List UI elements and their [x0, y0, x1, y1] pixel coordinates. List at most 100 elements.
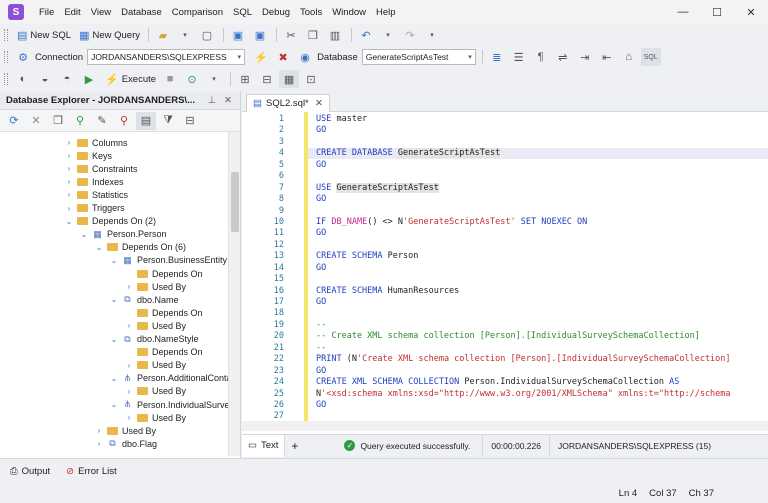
sql-icon[interactable]: SQL: [640, 48, 661, 66]
code-line[interactable]: USE GenerateScriptAsTest: [316, 182, 439, 194]
close-window-button[interactable]: ✕: [734, 0, 768, 24]
code-line[interactable]: CREATE XML SCHEMA COLLECTION Person.Indi…: [316, 377, 679, 388]
maximize-button[interactable]: ☐: [700, 0, 734, 24]
editor-horizontal-scrollbar[interactable]: [242, 421, 768, 431]
refresh-icon[interactable]: ⟳: [4, 112, 24, 130]
text-view-tab[interactable]: ▭ Text: [242, 434, 286, 457]
open-file-icon[interactable]: ▢: [197, 26, 217, 44]
code-line[interactable]: GO: [316, 400, 326, 411]
script-icon[interactable]: ▤: [136, 111, 156, 130]
code-line[interactable]: GO: [316, 194, 326, 205]
chevron-down-icon[interactable]: ⌄: [109, 374, 119, 383]
code-line[interactable]: GO: [316, 125, 326, 136]
tree-item[interactable]: Depends On: [124, 267, 203, 280]
menu-view[interactable]: View: [86, 7, 116, 18]
menu-database[interactable]: Database: [116, 7, 167, 18]
code-line[interactable]: GO: [316, 366, 326, 377]
comment-icon[interactable]: ¶: [531, 48, 551, 66]
tree-scrollbar[interactable]: [228, 132, 240, 456]
outdent-icon[interactable]: ⇤: [597, 48, 617, 66]
chevron-right-icon[interactable]: ›: [124, 321, 134, 330]
tree-item[interactable]: ⌄ Depends On (2): [64, 215, 156, 228]
uncomment-icon[interactable]: ⇌: [553, 48, 573, 66]
disconnect-icon[interactable]: ⚲: [114, 112, 134, 130]
tab-sql2[interactable]: ▤ SQL2.sql* ✕: [246, 94, 330, 112]
stop-icon[interactable]: ■: [160, 70, 180, 88]
code-line[interactable]: --: [316, 320, 326, 331]
dropdown-chevron-icon[interactable]: ▾: [204, 70, 224, 88]
save-icon[interactable]: ▣: [228, 26, 248, 44]
tree-item[interactable]: › ⧉ dbo.Flag: [94, 437, 157, 450]
filter-icon[interactable]: ⧩: [158, 112, 178, 130]
chevron-right-icon[interactable]: ›: [64, 138, 74, 147]
error-list-tab[interactable]: ⊘ Error List: [66, 466, 117, 477]
chevron-right-icon[interactable]: ›: [64, 151, 74, 160]
tree-item[interactable]: › Used By: [124, 359, 186, 372]
collapse-icon[interactable]: ⊟: [180, 112, 200, 130]
new-sql-button[interactable]: ▤ New SQL: [13, 26, 75, 44]
indent-icon[interactable]: ⇥: [575, 48, 595, 66]
tree-item[interactable]: › Constraints: [64, 162, 138, 175]
tree-item[interactable]: › Used By: [124, 319, 186, 332]
format-icon[interactable]: ≣: [487, 48, 507, 66]
disconnect-icon[interactable]: ✖: [273, 48, 293, 66]
wrap-icon[interactable]: ☰: [509, 48, 529, 66]
tree-item[interactable]: ⌄ ⧉ dbo.NameStyle: [109, 333, 199, 346]
code-line[interactable]: GO: [316, 297, 326, 308]
chevron-down-icon[interactable]: ⌄: [109, 400, 119, 409]
tree-item[interactable]: Depends On: [124, 306, 203, 319]
play-icon[interactable]: ▶: [79, 70, 99, 88]
tree-item[interactable]: › Triggers: [64, 202, 125, 215]
menu-edit[interactable]: Edit: [59, 7, 85, 18]
menu-tools[interactable]: Tools: [295, 7, 327, 18]
plug-icon[interactable]: ⚡: [251, 48, 271, 66]
tree-item[interactable]: ⌄ Depends On (6): [94, 241, 186, 254]
close-icon[interactable]: ✕: [224, 95, 232, 106]
code-line[interactable]: CREATE DATABASE GenerateScriptAsTest: [316, 148, 501, 159]
save-all-icon[interactable]: ▣: [250, 26, 270, 44]
bookmark-icon[interactable]: ⌂: [619, 48, 639, 66]
menu-debug[interactable]: Debug: [257, 7, 295, 18]
add-view-button[interactable]: +: [285, 435, 304, 457]
menu-file[interactable]: File: [34, 7, 59, 18]
chevron-right-icon[interactable]: ›: [94, 439, 104, 448]
chevron-right-icon[interactable]: ›: [64, 190, 74, 199]
cut-icon[interactable]: ✂: [281, 26, 301, 44]
menu-comparison[interactable]: Comparison: [167, 7, 228, 18]
tree-item[interactable]: › Used By: [124, 385, 186, 398]
chevron-right-icon[interactable]: ›: [64, 177, 74, 186]
tree-item[interactable]: › Indexes: [64, 175, 124, 188]
db-settings-icon[interactable]: ◓: [57, 70, 77, 88]
sql-editor[interactable]: 1 USE master 2 GO 3 4 CREATE DATABASE Generate…: [242, 112, 768, 434]
execute-button[interactable]: ⚡ Execute: [101, 70, 160, 88]
tree-item[interactable]: ⌄ ⋔ Person.IndividualSurvey: [109, 398, 234, 411]
code-line[interactable]: GO: [316, 263, 326, 274]
database-select[interactable]: GenerateScriptAsTest ▾: [361, 49, 476, 65]
redo-icon[interactable]: ↷: [400, 26, 420, 44]
new-query-button[interactable]: ▦ New Query: [75, 26, 144, 44]
tree-item[interactable]: › Columns: [64, 136, 128, 149]
tree-item[interactable]: › Used By: [124, 280, 186, 293]
db-add-icon[interactable]: ◒: [35, 70, 55, 88]
chevron-right-icon[interactable]: ›: [64, 204, 74, 213]
query-plan-icon[interactable]: ⊞: [235, 70, 255, 88]
results-icon[interactable]: ▦: [279, 70, 300, 88]
tree-item[interactable]: › Used By: [124, 411, 186, 424]
code-line[interactable]: N'<xsd:schema xmlns:xsd="http://www.w3.o…: [316, 389, 731, 400]
undo-icon[interactable]: ↶: [356, 26, 376, 44]
copy-object-icon[interactable]: ❐: [48, 112, 68, 130]
edit-connection-icon[interactable]: ✎: [92, 112, 112, 130]
chevron-down-icon[interactable]: ⌄: [79, 230, 89, 239]
chevron-down-icon[interactable]: ⌄: [109, 295, 119, 304]
tree-item[interactable]: ⌄ ⧉ dbo.Name: [109, 293, 179, 306]
chevron-down-icon[interactable]: ⌄: [109, 256, 119, 265]
output-tab[interactable]: ⎙ Output: [10, 466, 50, 477]
pin-icon[interactable]: ⊥: [208, 95, 216, 106]
code-line[interactable]: -- Create XML schema collection [Person]…: [316, 331, 700, 342]
new-connection-icon[interactable]: ⚲: [70, 112, 90, 130]
chevron-down-icon[interactable]: ⌄: [64, 217, 74, 226]
minimize-button[interactable]: —: [666, 0, 700, 24]
code-line[interactable]: PRINT (N'Create XML schema collection [P…: [316, 354, 731, 365]
close-tab-icon[interactable]: ✕: [315, 98, 323, 109]
profiler-icon[interactable]: ⊟: [257, 70, 277, 88]
